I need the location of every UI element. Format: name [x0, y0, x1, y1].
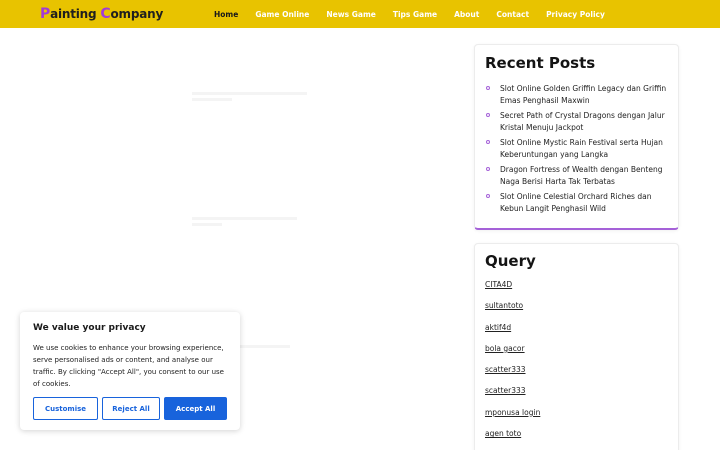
nav-home[interactable]: Home [214, 10, 238, 19]
main-nav: Home Game Online News Game Tips Game Abo… [214, 0, 622, 28]
query-link[interactable]: aktif4d [485, 323, 511, 332]
list-item: CITA4D [485, 280, 540, 301]
logo-letter-p: P [40, 6, 51, 22]
recent-posts-list: Slot Online Golden Griffin Legacy dan Gr… [485, 83, 671, 218]
faded-line [192, 98, 232, 101]
bullet-icon [486, 113, 490, 117]
bullet-icon [486, 167, 490, 171]
reject-all-button[interactable]: Reject All [102, 397, 160, 420]
bullet-icon [486, 140, 490, 144]
customise-button[interactable]: Customise [33, 397, 98, 420]
list-item: scatter333 [485, 386, 540, 407]
list-item: agen toto [485, 429, 540, 450]
recent-post-link[interactable]: Dragon Fortress of Wealth dengan Benteng… [500, 165, 663, 186]
list-item: sultantoto [485, 301, 540, 322]
bullet-icon [486, 86, 490, 90]
query-link[interactable]: scatter333 [485, 386, 526, 395]
nav-tips-game[interactable]: Tips Game [393, 10, 437, 19]
list-item[interactable]: Slot Online Celestial Orchard Riches dan… [485, 191, 671, 214]
list-item[interactable]: Dragon Fortress of Wealth dengan Benteng… [485, 164, 671, 187]
query-list: CITA4D sultantoto aktif4d bola gacor sca… [485, 280, 540, 450]
list-item[interactable]: Secret Path of Crystal Dragons dengan Ja… [485, 110, 671, 133]
nav-privacy-policy[interactable]: Privacy Policy [546, 10, 605, 19]
cookie-title: We value your privacy [33, 323, 146, 333]
nav-contact[interactable]: Contact [496, 10, 529, 19]
logo-text-2: ompany [110, 7, 164, 21]
site-header: Painting Company Home Game Online News G… [0, 0, 720, 28]
nav-news-game[interactable]: News Game [326, 10, 376, 19]
cookie-consent-banner: We value your privacy We use cookies to … [20, 312, 240, 430]
faded-line [192, 223, 222, 226]
logo-letter-c: C [100, 6, 111, 22]
recent-post-link[interactable]: Slot Online Celestial Orchard Riches dan… [500, 192, 651, 213]
list-item: bola gacor [485, 344, 540, 365]
recent-post-link[interactable]: Slot Online Mystic Rain Festival serta H… [500, 138, 663, 159]
list-item[interactable]: Slot Online Golden Griffin Legacy dan Gr… [485, 83, 671, 106]
nav-game-online[interactable]: Game Online [255, 10, 309, 19]
list-item: mponusa login [485, 408, 540, 429]
query-link[interactable]: scatter333 [485, 365, 526, 374]
list-item: aktif4d [485, 323, 540, 344]
query-link[interactable]: sultantoto [485, 301, 523, 310]
site-logo[interactable]: Painting Company [40, 6, 163, 22]
recent-post-link[interactable]: Secret Path of Crystal Dragons dengan Ja… [500, 111, 665, 132]
query-link[interactable]: bola gacor [485, 344, 525, 353]
list-item: scatter333 [485, 365, 540, 386]
nav-about[interactable]: About [454, 10, 479, 19]
accept-all-button[interactable]: Accept All [164, 397, 227, 420]
query-link[interactable]: agen toto [485, 429, 521, 438]
recent-posts-widget: Recent Posts Slot Online Golden Griffin … [474, 44, 679, 230]
recent-post-link[interactable]: Slot Online Golden Griffin Legacy dan Gr… [500, 84, 666, 105]
faded-line [192, 217, 297, 220]
recent-posts-title: Recent Posts [485, 54, 596, 72]
query-link[interactable]: CITA4D [485, 280, 512, 289]
faded-line [192, 92, 307, 95]
list-item[interactable]: Slot Online Mystic Rain Festival serta H… [485, 137, 671, 160]
bullet-icon [486, 194, 490, 198]
logo-text-1: ainting [50, 7, 101, 21]
query-title: Query [485, 252, 536, 270]
query-widget: Query CITA4D sultantoto aktif4d bola gac… [474, 243, 679, 450]
query-link[interactable]: mponusa login [485, 408, 540, 417]
cookie-description: We use cookies to enhance your browsing … [33, 344, 224, 388]
